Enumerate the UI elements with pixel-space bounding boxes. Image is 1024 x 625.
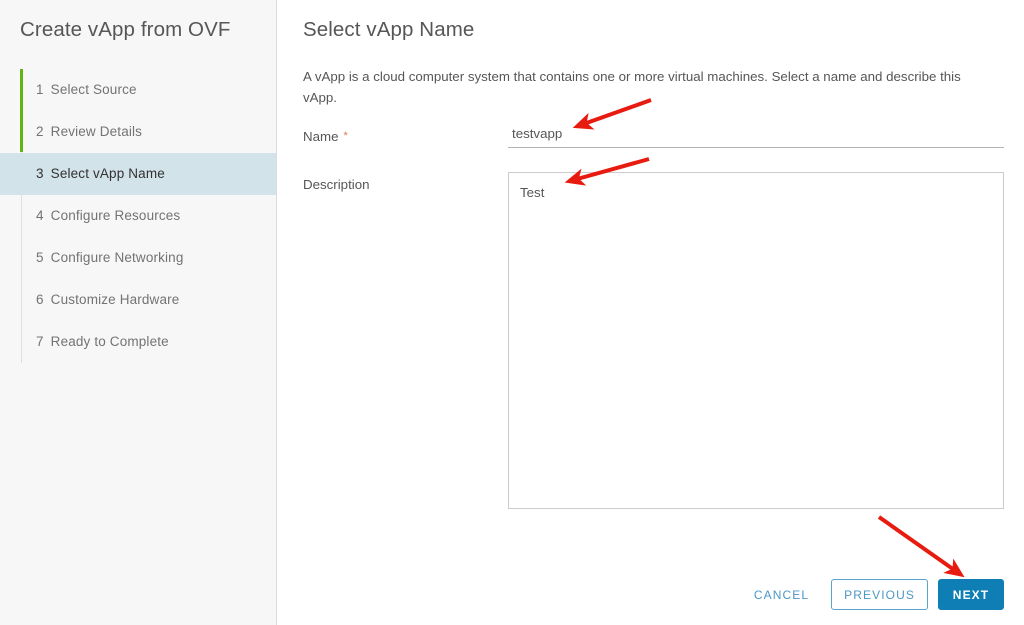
step-label: Customize Hardware [50, 292, 180, 308]
wizard-content: Select vApp Name A vApp is a cloud compu… [277, 0, 1024, 625]
sidebar-step-review-details[interactable]: 2 Review Details [0, 111, 276, 153]
name-control [508, 123, 1004, 148]
step-label: Select vApp Name [50, 166, 165, 182]
step-label: Review Details [50, 124, 143, 140]
step-number: 3 [36, 166, 44, 182]
step-label: Configure Networking [50, 250, 184, 266]
sidebar-step-ready-to-complete[interactable]: 7 Ready to Complete [0, 321, 276, 363]
page-title: Select vApp Name [303, 18, 475, 41]
name-input[interactable] [508, 123, 1004, 148]
description-textarea[interactable] [508, 171, 1004, 509]
step-label: Ready to Complete [50, 334, 169, 350]
step-label: Select Source [50, 82, 137, 98]
description-label: Description [303, 176, 370, 192]
next-button[interactable]: NEXT [938, 579, 1004, 610]
wizard-title: Create vApp from OVF [20, 18, 231, 41]
step-number: 1 [36, 82, 44, 98]
previous-button[interactable]: PREVIOUS [831, 579, 928, 610]
name-label-text: Name [303, 128, 339, 144]
name-label: Name * [303, 124, 508, 147]
sidebar-step-customize-hardware[interactable]: 6 Customize Hardware [0, 279, 276, 321]
step-number: 7 [36, 334, 44, 350]
sidebar-step-configure-resources[interactable]: 4 Configure Resources [0, 195, 276, 237]
sidebar-step-select-source[interactable]: 1 Select Source [0, 69, 276, 111]
sidebar-step-configure-networking[interactable]: 5 Configure Networking [0, 237, 276, 279]
create-vapp-wizard: Create vApp from OVF 1 Select Source 2 R… [0, 0, 1024, 625]
form-row-name: Name * [303, 123, 1004, 148]
required-asterisk-icon: * [343, 129, 348, 142]
wizard-footer: CANCEL PREVIOUS NEXT [742, 579, 1004, 610]
description-control [508, 171, 1004, 514]
cancel-button[interactable]: CANCEL [742, 582, 821, 608]
vapp-name-form: Name * Description [303, 123, 1004, 514]
wizard-step-list: 1 Select Source 2 Review Details 3 Selec… [0, 68, 276, 363]
step-label: Configure Resources [50, 208, 181, 224]
page-description: A vApp is a cloud computer system that c… [303, 68, 961, 105]
sidebar-step-select-vapp-name[interactable]: 3 Select vApp Name [0, 152, 276, 195]
step-number: 6 [36, 292, 44, 308]
form-row-description: Description [303, 171, 1004, 514]
step-number: 5 [36, 250, 44, 266]
step-number: 4 [36, 208, 44, 224]
wizard-sidebar: Create vApp from OVF 1 Select Source 2 R… [0, 0, 277, 625]
step-progress-indicator [20, 68, 23, 152]
step-number: 2 [36, 124, 44, 140]
